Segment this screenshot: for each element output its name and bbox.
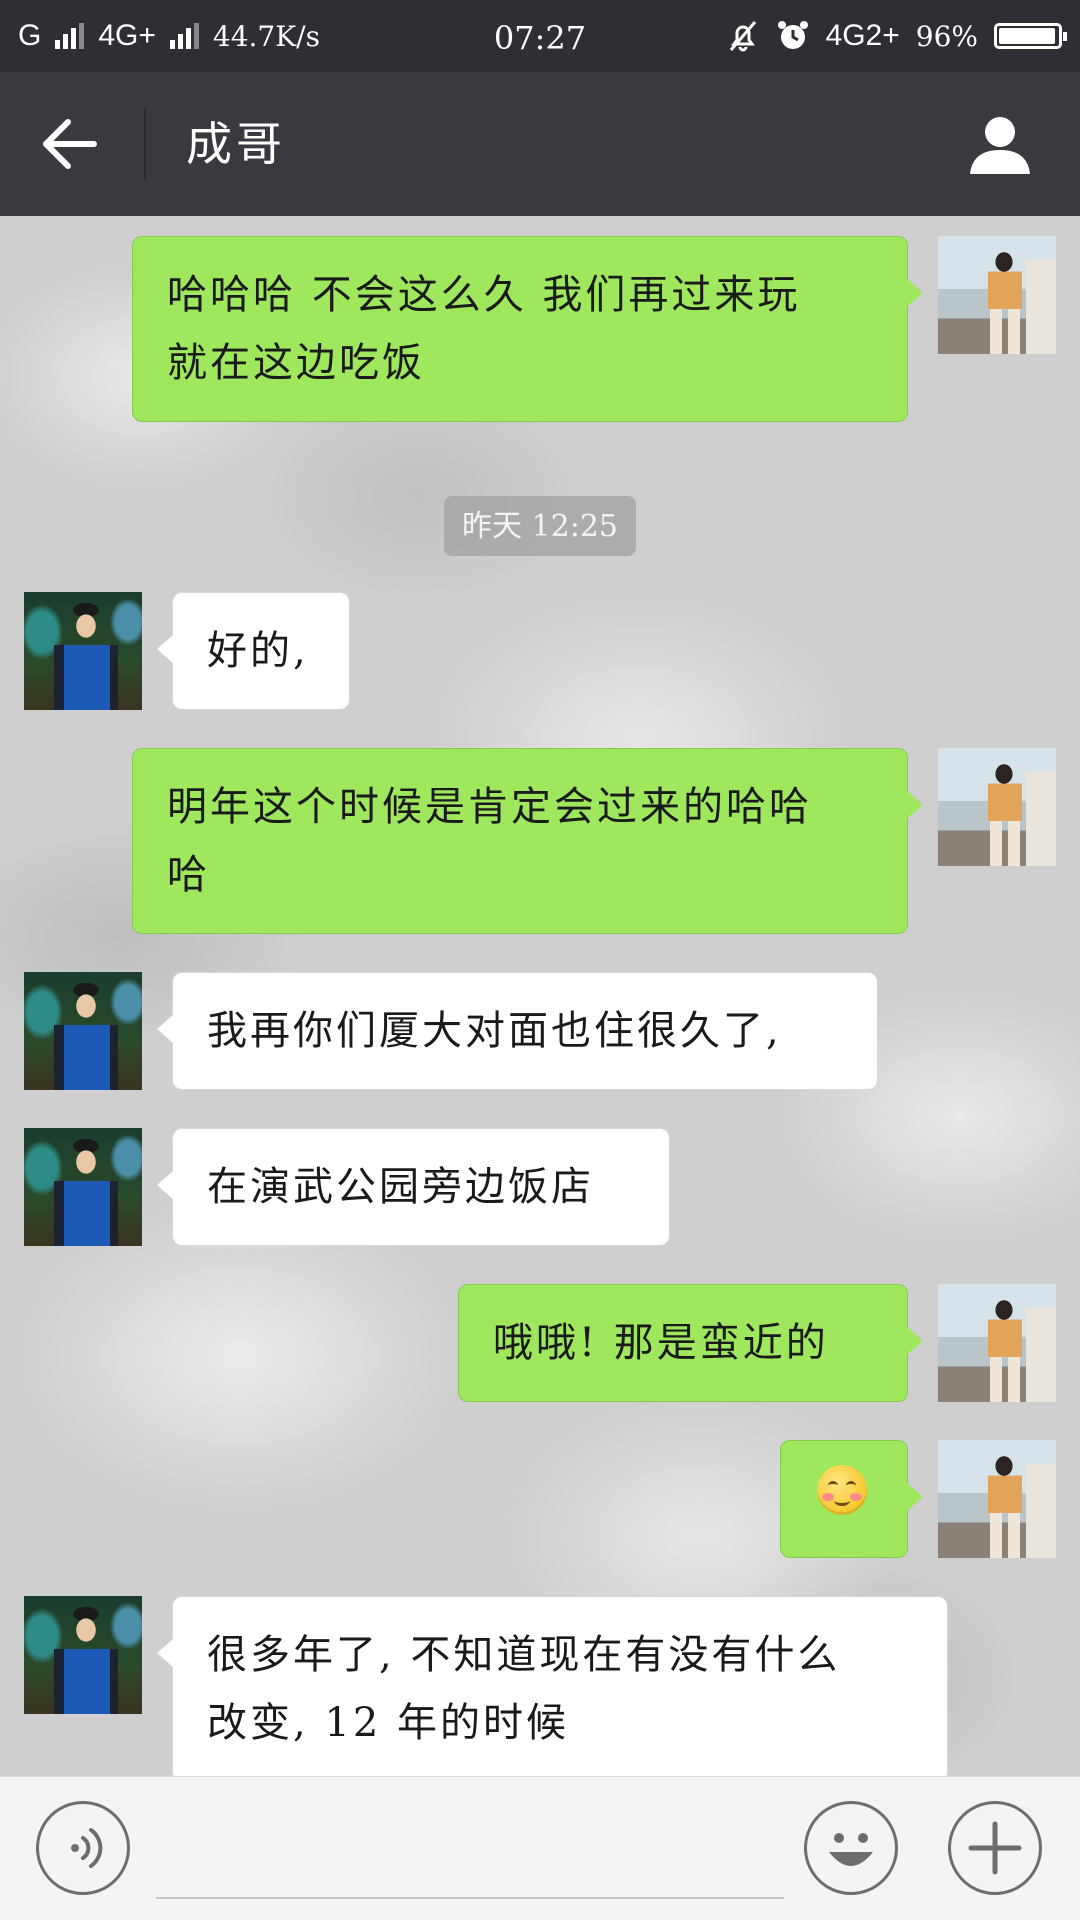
message-bubble-sent[interactable]: 明年这个时候是肯定会过来的哈哈 哈 xyxy=(132,748,923,934)
my-avatar[interactable] xyxy=(938,236,1056,354)
message-line: 就在这边吃饭 xyxy=(167,340,425,386)
message-line: 好的, xyxy=(207,628,309,674)
message-line: 在演武公园旁边饭店 xyxy=(207,1164,594,1210)
chat-title: 成哥 xyxy=(186,117,286,171)
battery-icon xyxy=(994,23,1067,49)
back-arrow-icon[interactable] xyxy=(34,108,106,180)
person-icon[interactable] xyxy=(968,112,1032,176)
battery-percent: 96% xyxy=(915,19,978,53)
smiling-blush-emoji-icon xyxy=(817,1465,867,1515)
message-input[interactable] xyxy=(156,1801,784,1899)
message-bubble-received[interactable]: 很多年了, 不知道现在有没有什么 改变, 12 年的时候 xyxy=(157,1596,948,1776)
message-line: 明年这个时候是肯定会过来的哈哈 xyxy=(167,784,812,830)
input-bar xyxy=(0,1776,1080,1920)
message-line: 很多年了, 不知道现在有没有什么 xyxy=(207,1632,841,1678)
message-bubble-received[interactable]: 好的, xyxy=(157,592,350,710)
plus-button[interactable] xyxy=(948,1801,1042,1895)
title-divider xyxy=(144,108,146,180)
emoji-button[interactable] xyxy=(804,1801,898,1895)
voice-icon xyxy=(71,1828,103,1868)
network-type-label: 4G2+ xyxy=(825,19,900,52)
voice-button[interactable] xyxy=(36,1801,130,1895)
message-bubble-received[interactable]: 我再你们厦大对面也住很久了, xyxy=(157,972,878,1090)
message-bubble-received[interactable]: 在演武公园旁边饭店 xyxy=(157,1128,670,1246)
contact-avatar[interactable] xyxy=(24,972,142,1090)
message-bubble-sent[interactable]: 哦哦! 那是蛮近的 xyxy=(458,1284,923,1402)
message-line: 哦哦! 那是蛮近的 xyxy=(493,1320,829,1366)
emoji-face-icon xyxy=(829,1833,873,1866)
message-line: 我再你们厦大对面也住很久了, xyxy=(207,1008,782,1054)
title-bar: 成哥 xyxy=(0,72,1080,216)
my-avatar[interactable] xyxy=(938,1284,1056,1402)
alarm-icon xyxy=(777,21,808,49)
mute-bell-icon xyxy=(729,21,756,52)
status-right: 4G2+ 96% xyxy=(726,0,1067,72)
plus-icon xyxy=(968,1821,1022,1875)
contact-avatar[interactable] xyxy=(24,592,142,710)
message-line: 哈哈哈 不会这么久 我们再过来玩 xyxy=(167,272,801,318)
contact-avatar[interactable] xyxy=(24,1128,142,1246)
status-bar: G 4G+ 44.7K/s 07:27 4G2+ 96% xyxy=(0,0,1080,72)
chat-area[interactable]: 哈哈哈 不会这么久 我们再过来玩 就在这边吃饭 昨天 12:25 好的, 明年这… xyxy=(0,216,1080,1776)
message-line: 哈 xyxy=(167,852,210,898)
my-avatar[interactable] xyxy=(938,748,1056,866)
contact-avatar[interactable] xyxy=(24,1596,142,1714)
timestamp: 昨天 12:25 xyxy=(444,496,636,556)
message-bubble-sent[interactable] xyxy=(780,1440,923,1558)
message-bubble-sent[interactable]: 哈哈哈 不会这么久 我们再过来玩 就在这边吃饭 xyxy=(132,236,923,422)
battery-fill xyxy=(999,28,1055,44)
message-line: 改变, 12 年的时候 xyxy=(207,1700,570,1746)
my-avatar[interactable] xyxy=(938,1440,1056,1558)
